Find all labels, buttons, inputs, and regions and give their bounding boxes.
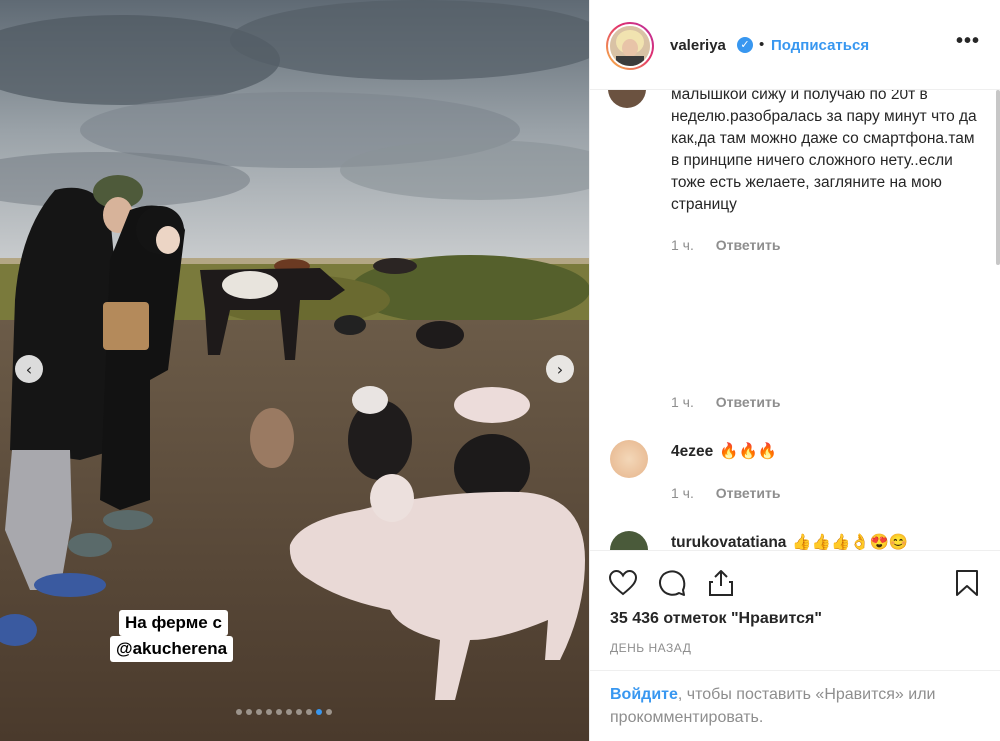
comment-avatar[interactable] xyxy=(608,90,646,108)
login-link[interactable]: Войдите xyxy=(610,686,678,703)
comment-icon[interactable] xyxy=(657,568,687,598)
reply-button[interactable]: Ответить xyxy=(716,237,781,253)
follow-button[interactable]: Подписаться xyxy=(771,37,869,54)
comment-text: 🔥🔥🔥 xyxy=(719,443,778,460)
carousel-dot xyxy=(286,709,292,715)
separator-dot: • xyxy=(759,36,765,53)
post-username[interactable]: valeriya xyxy=(670,37,726,54)
comment-time: 1 ч. xyxy=(671,394,694,410)
login-prompt: Войдите, чтобы поставить «Нравится» или … xyxy=(590,670,1000,741)
photo-caption-line: На ферме с xyxy=(119,610,228,636)
carousel-dot xyxy=(236,709,242,715)
carousel-dot xyxy=(296,709,302,715)
comment-avatar[interactable] xyxy=(610,531,648,550)
carousel-dot xyxy=(266,709,272,715)
comment-meta: 1 ч. Ответить xyxy=(671,394,780,410)
chevron-left-icon: ‹ xyxy=(25,359,33,379)
likes-count[interactable]: 35 436 отметок "Нравится" xyxy=(610,610,822,628)
chevron-right-icon: › xyxy=(556,359,564,379)
heart-icon[interactable] xyxy=(608,568,638,598)
comments-scrollbar[interactable] xyxy=(996,90,1000,265)
carousel-dot xyxy=(276,709,282,715)
avatar[interactable] xyxy=(608,24,652,68)
previous-photo-button[interactable]: ‹ xyxy=(15,355,43,383)
post-header: valeriya ✓ • Подписаться ••• xyxy=(590,0,1000,90)
carousel-indicator xyxy=(236,709,332,715)
post-date[interactable]: ДЕНЬ НАЗАД xyxy=(610,641,691,655)
bookmark-icon[interactable] xyxy=(952,568,982,598)
comment-avatar[interactable] xyxy=(610,440,648,478)
comment-text: 👍👍👍👌😍😊 xyxy=(792,534,909,550)
photo-mention-tag[interactable]: @akucherena xyxy=(110,636,234,662)
reply-button[interactable]: Ответить xyxy=(716,394,781,410)
comment-username[interactable]: 4ezee xyxy=(671,443,713,460)
post-photo[interactable]: ‹ › На ферме с @akucherena xyxy=(0,0,589,741)
farm-photo xyxy=(0,0,589,741)
more-icon[interactable]: ••• xyxy=(956,30,980,53)
comment-body: turukovatatiana 👍👍👍👌😍😊 xyxy=(671,532,986,550)
story-ring[interactable] xyxy=(606,22,654,70)
carousel-dot xyxy=(326,709,332,715)
carousel-dot xyxy=(256,709,262,715)
comment-meta: 1 ч. Ответить xyxy=(671,237,780,253)
comment-time: 1 ч. xyxy=(671,485,694,501)
comments-list[interactable]: малышкой сижу и получаю по 20т в неделю.… xyxy=(590,90,994,550)
reply-button[interactable]: Ответить xyxy=(716,485,781,501)
carousel-dot xyxy=(306,709,312,715)
comment-body: 4ezee 🔥🔥🔥 xyxy=(671,441,986,463)
login-prompt-text: Войдите, чтобы поставить «Нравится» или … xyxy=(610,683,990,729)
comment-username[interactable]: turukovatatiana xyxy=(671,534,786,550)
carousel-dot xyxy=(316,709,322,715)
comment-text: малышкой сижу и получаю по 20т в неделю.… xyxy=(671,90,977,213)
verified-icon: ✓ xyxy=(737,37,753,53)
avatar-image xyxy=(610,26,650,66)
comment-meta: 1 ч. Ответить xyxy=(671,485,780,501)
carousel-dot xyxy=(246,709,252,715)
comment-time: 1 ч. xyxy=(671,237,694,253)
post-side-panel: valeriya ✓ • Подписаться ••• малышкой си… xyxy=(589,0,1000,741)
next-photo-button[interactable]: › xyxy=(546,355,574,383)
share-icon[interactable] xyxy=(706,568,736,598)
